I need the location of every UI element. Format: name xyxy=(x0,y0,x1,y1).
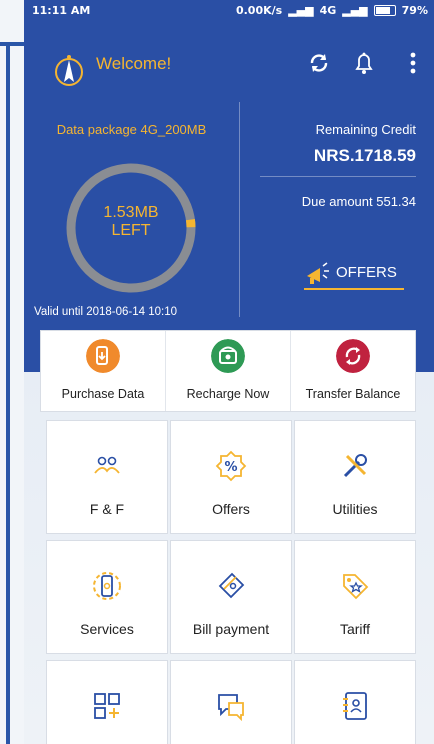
app-screen: 11:11 AM 0.00K/s ▂▄▆ 4G ▂▄▆ 79% Welcome! xyxy=(24,0,434,744)
price-tag-icon xyxy=(343,574,369,600)
purchase-data-icon xyxy=(86,339,120,373)
tile-label: Utilities xyxy=(332,501,378,517)
tile-tariff[interactable]: Tariff xyxy=(294,540,416,654)
notification-bell-icon[interactable] xyxy=(351,50,377,76)
network-speed: 0.00K/s xyxy=(235,4,283,17)
tile-friends-family[interactable]: F & F xyxy=(46,420,168,534)
data-left-value: 1.53MB xyxy=(103,204,159,221)
transfer-balance-label: Transfer Balance xyxy=(305,387,401,401)
remaining-credit-label: Remaining Credit xyxy=(315,122,416,137)
signal-icon: ▂▄▆ xyxy=(288,4,314,17)
chat-icon xyxy=(218,694,244,722)
tile-label: Services xyxy=(80,621,134,637)
sync-icon[interactable] xyxy=(306,50,332,76)
tile-label: F & F xyxy=(89,501,125,517)
friends-family-icon xyxy=(94,456,120,474)
purchase-data-label: Purchase Data xyxy=(61,387,145,401)
tile-add-apps[interactable] xyxy=(46,660,168,744)
app-logo-icon xyxy=(55,55,83,86)
tile-label: Bill payment xyxy=(192,621,270,637)
signal-icon-2: ▂▄▆ xyxy=(342,4,368,17)
contacts-icon xyxy=(343,692,367,720)
tile-contacts[interactable] xyxy=(294,660,416,744)
welcome-text: Welcome! xyxy=(96,54,172,73)
megaphone-icon xyxy=(307,262,329,284)
percent-badge-icon: % xyxy=(215,450,247,482)
status-right: 0.00K/s ▂▄▆ 4G ▂▄▆ 79% xyxy=(236,4,428,17)
tile-label: Offers xyxy=(212,501,250,517)
recharge-icon xyxy=(211,339,245,373)
tile-services[interactable]: Services xyxy=(46,540,168,654)
tile-label: Tariff xyxy=(339,621,371,637)
tile-offers[interactable]: % Offers xyxy=(170,420,292,534)
quick-actions-card: Purchase Data Recharge Now Transfer Bala… xyxy=(40,330,416,412)
tile-chat[interactable] xyxy=(170,660,292,744)
overflow-menu-icon[interactable] xyxy=(400,50,426,76)
svg-text:%: % xyxy=(224,460,237,475)
transfer-icon xyxy=(336,339,370,373)
transfer-balance-button[interactable]: Transfer Balance xyxy=(291,331,415,411)
data-left-suffix: LEFT xyxy=(111,222,151,239)
offers-underline xyxy=(304,288,404,290)
recharge-now-label: Recharge Now xyxy=(186,387,270,401)
phone-gear-icon xyxy=(93,572,121,600)
remaining-credit-value: NRS.1718.59 xyxy=(313,146,416,165)
tile-bill-payment[interactable]: Bill payment xyxy=(170,540,292,654)
battery-level: 79% xyxy=(401,4,428,17)
tile-utilities[interactable]: Utilities xyxy=(294,420,416,534)
package-name: Data package 4G_200MB xyxy=(56,122,207,137)
data-left-text: 1.53MB LEFT xyxy=(61,204,201,240)
offers-button[interactable]: OFFERS xyxy=(304,262,404,292)
purchase-data-button[interactable]: Purchase Data xyxy=(41,331,166,411)
bill-tag-icon xyxy=(218,572,245,599)
due-amount: Due amount 551.34 xyxy=(301,194,416,209)
validity-text: Valid until 2018-06-14 10:10 xyxy=(34,306,178,318)
tools-icon xyxy=(343,454,367,478)
account-header: Welcome! Data package 4G_200MB 1.53MB LE… xyxy=(24,22,434,372)
network-type: 4G xyxy=(319,4,337,17)
header-divider-vertical xyxy=(239,102,240,317)
status-time: 11:11 AM xyxy=(32,4,91,17)
recharge-now-button[interactable]: Recharge Now xyxy=(166,331,291,411)
credit-divider xyxy=(260,176,416,177)
add-apps-icon xyxy=(94,693,120,719)
offers-label: OFFERS xyxy=(336,264,397,281)
battery-icon xyxy=(373,5,396,16)
status-bar: 11:11 AM 0.00K/s ▂▄▆ 4G ▂▄▆ 79% xyxy=(24,0,434,22)
frame-line-left xyxy=(6,42,10,744)
